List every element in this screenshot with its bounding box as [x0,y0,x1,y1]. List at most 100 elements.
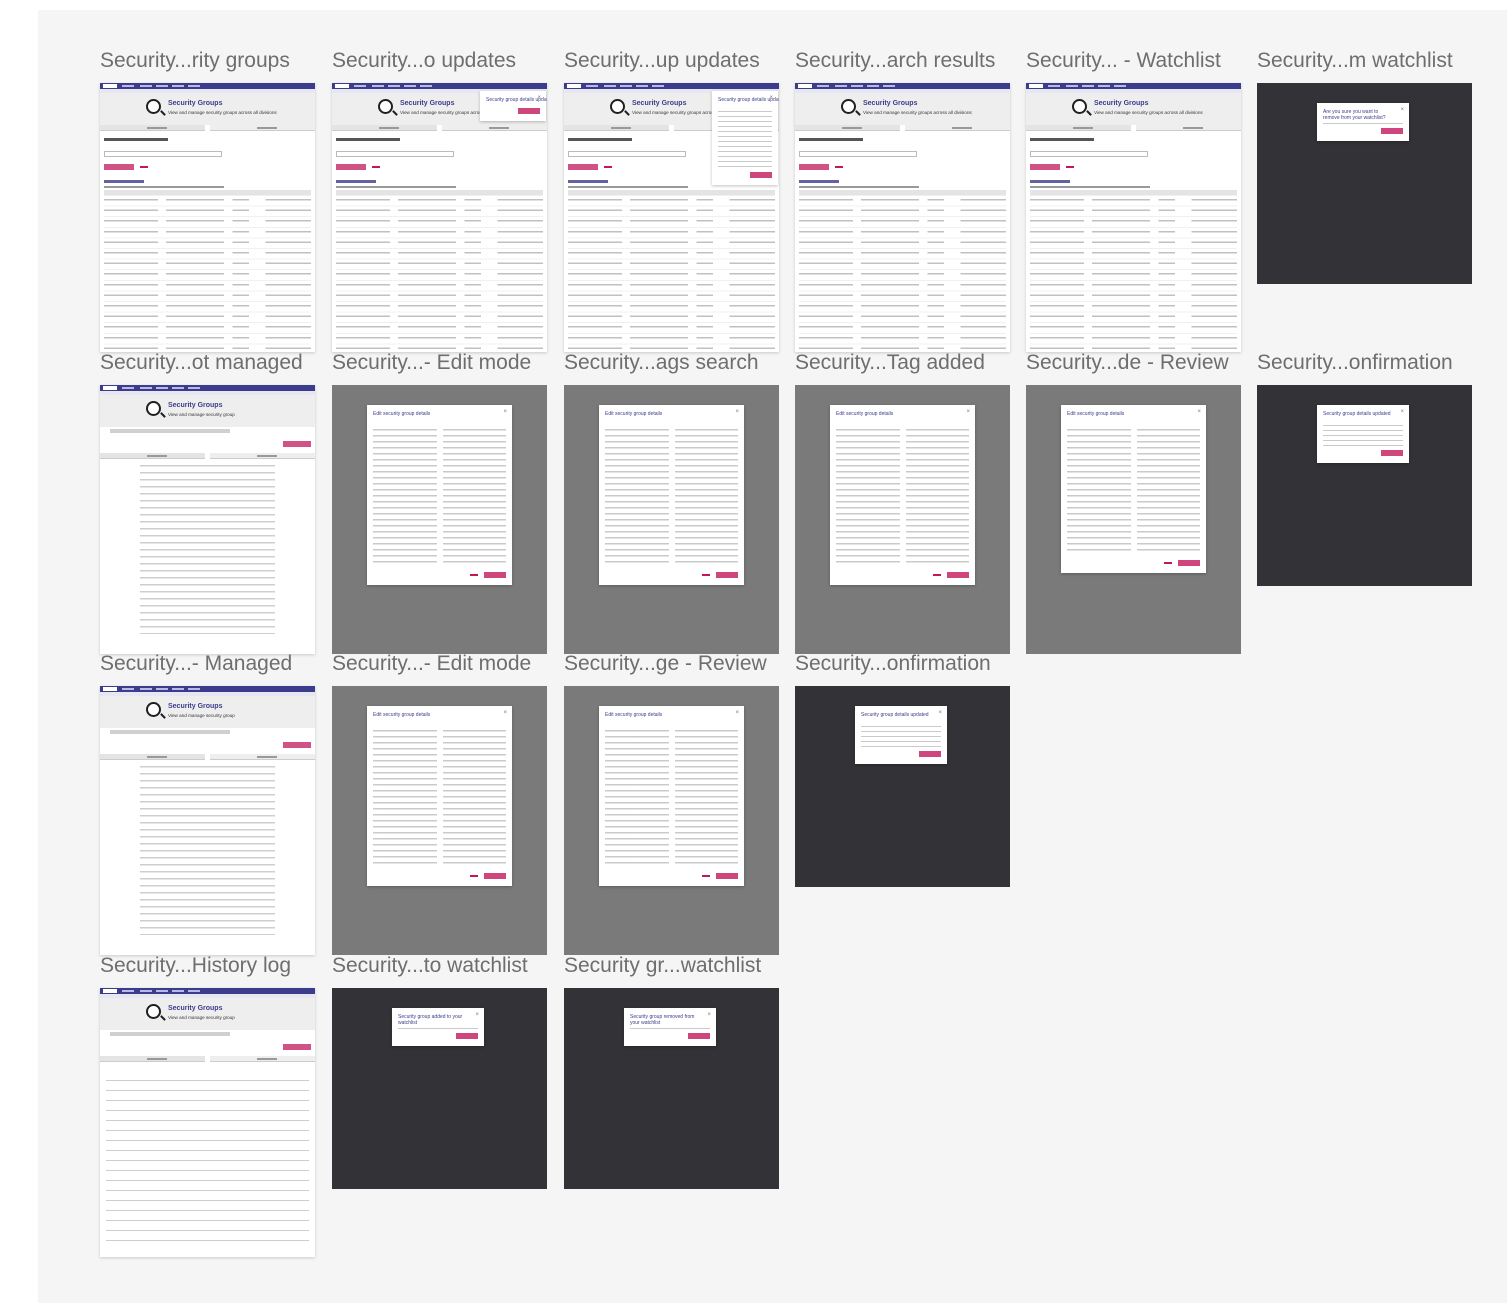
tab-secondary[interactable] [209,125,315,131]
nav-item[interactable] [586,85,598,87]
tab-primary[interactable] [100,453,206,459]
tab-secondary[interactable] [209,453,315,459]
search-button[interactable] [104,164,134,170]
primary-button[interactable] [716,873,738,879]
search-button[interactable] [1030,164,1060,170]
nav-item[interactable] [188,688,200,690]
nav-item[interactable] [388,85,400,87]
nav-item[interactable] [1098,85,1110,87]
primary-button[interactable] [716,572,738,578]
nav-item[interactable] [883,85,895,87]
close-icon[interactable]: × [938,710,942,716]
close-icon[interactable]: × [1400,107,1404,113]
nav-item[interactable] [851,85,863,87]
nav-item[interactable] [188,387,200,389]
close-icon[interactable]: × [769,95,773,101]
tab-secondary[interactable] [209,754,315,760]
tab-primary[interactable] [1026,125,1132,131]
primary-button[interactable] [919,751,941,757]
nav-item[interactable] [1114,85,1126,87]
primary-button[interactable] [688,1033,710,1039]
close-icon[interactable]: × [503,710,507,716]
nav-item[interactable] [156,85,168,87]
search-input[interactable] [1030,151,1148,157]
nav-item[interactable] [122,688,134,690]
nav-item[interactable] [404,85,416,87]
close-icon[interactable]: × [537,95,541,101]
primary-button[interactable] [1381,128,1403,134]
nav-item[interactable] [172,85,184,87]
tab-primary[interactable] [100,125,206,131]
nav-item[interactable] [636,85,648,87]
tab-primary[interactable] [100,1056,206,1062]
close-icon[interactable]: × [735,409,739,415]
search-input[interactable] [336,151,454,157]
primary-button[interactable] [456,1033,478,1039]
primary-button[interactable] [947,572,969,578]
close-icon[interactable]: × [707,1012,711,1018]
nav-item[interactable] [1066,85,1078,87]
nav-item[interactable] [156,387,168,389]
cancel-link[interactable] [1164,562,1172,564]
nav-item[interactable] [140,688,152,690]
nav-item[interactable] [156,688,168,690]
action-button[interactable] [283,1044,311,1050]
primary-button[interactable] [484,873,506,879]
tab-primary[interactable] [100,754,206,760]
tab-primary[interactable] [795,125,901,131]
primary-button[interactable] [1381,450,1403,456]
close-icon[interactable]: × [1400,409,1404,415]
primary-button[interactable] [518,108,540,114]
cancel-link[interactable] [702,574,710,576]
tab-primary[interactable] [564,125,670,131]
nav-item[interactable] [156,990,168,992]
reset-link[interactable] [835,166,843,168]
nav-item[interactable] [652,85,664,87]
nav-item[interactable] [867,85,879,87]
search-button[interactable] [568,164,598,170]
nav-item[interactable] [140,990,152,992]
nav-item[interactable] [172,688,184,690]
close-icon[interactable]: × [735,710,739,716]
search-button[interactable] [336,164,366,170]
nav-item[interactable] [620,85,632,87]
primary-button[interactable] [1178,560,1200,566]
nav-item[interactable] [354,85,366,87]
nav-item[interactable] [420,85,432,87]
primary-button[interactable] [750,172,772,178]
close-icon[interactable]: × [1197,409,1201,415]
reset-link[interactable] [604,166,612,168]
cancel-link[interactable] [933,574,941,576]
close-icon[interactable]: × [966,409,970,415]
search-input[interactable] [568,151,686,157]
nav-item[interactable] [604,85,616,87]
primary-button[interactable] [484,572,506,578]
nav-item[interactable] [188,990,200,992]
nav-item[interactable] [1048,85,1060,87]
nav-item[interactable] [140,387,152,389]
close-icon[interactable]: × [475,1012,479,1018]
nav-item[interactable] [122,85,134,87]
tab-secondary[interactable] [209,1056,315,1062]
cancel-link[interactable] [470,574,478,576]
nav-item[interactable] [172,990,184,992]
nav-item[interactable] [140,85,152,87]
action-button[interactable] [283,441,311,447]
reset-link[interactable] [1066,166,1074,168]
cancel-link[interactable] [702,875,710,877]
cancel-link[interactable] [470,875,478,877]
nav-item[interactable] [817,85,829,87]
tab-secondary[interactable] [1135,125,1241,131]
nav-item[interactable] [188,85,200,87]
reset-link[interactable] [372,166,380,168]
nav-item[interactable] [122,387,134,389]
tab-secondary[interactable] [904,125,1010,131]
tab-secondary[interactable] [441,125,547,131]
search-button[interactable] [799,164,829,170]
search-input[interactable] [104,151,222,157]
reset-link[interactable] [140,166,148,168]
close-icon[interactable]: × [503,409,507,415]
nav-item[interactable] [835,85,847,87]
nav-item[interactable] [172,387,184,389]
tab-primary[interactable] [332,125,438,131]
